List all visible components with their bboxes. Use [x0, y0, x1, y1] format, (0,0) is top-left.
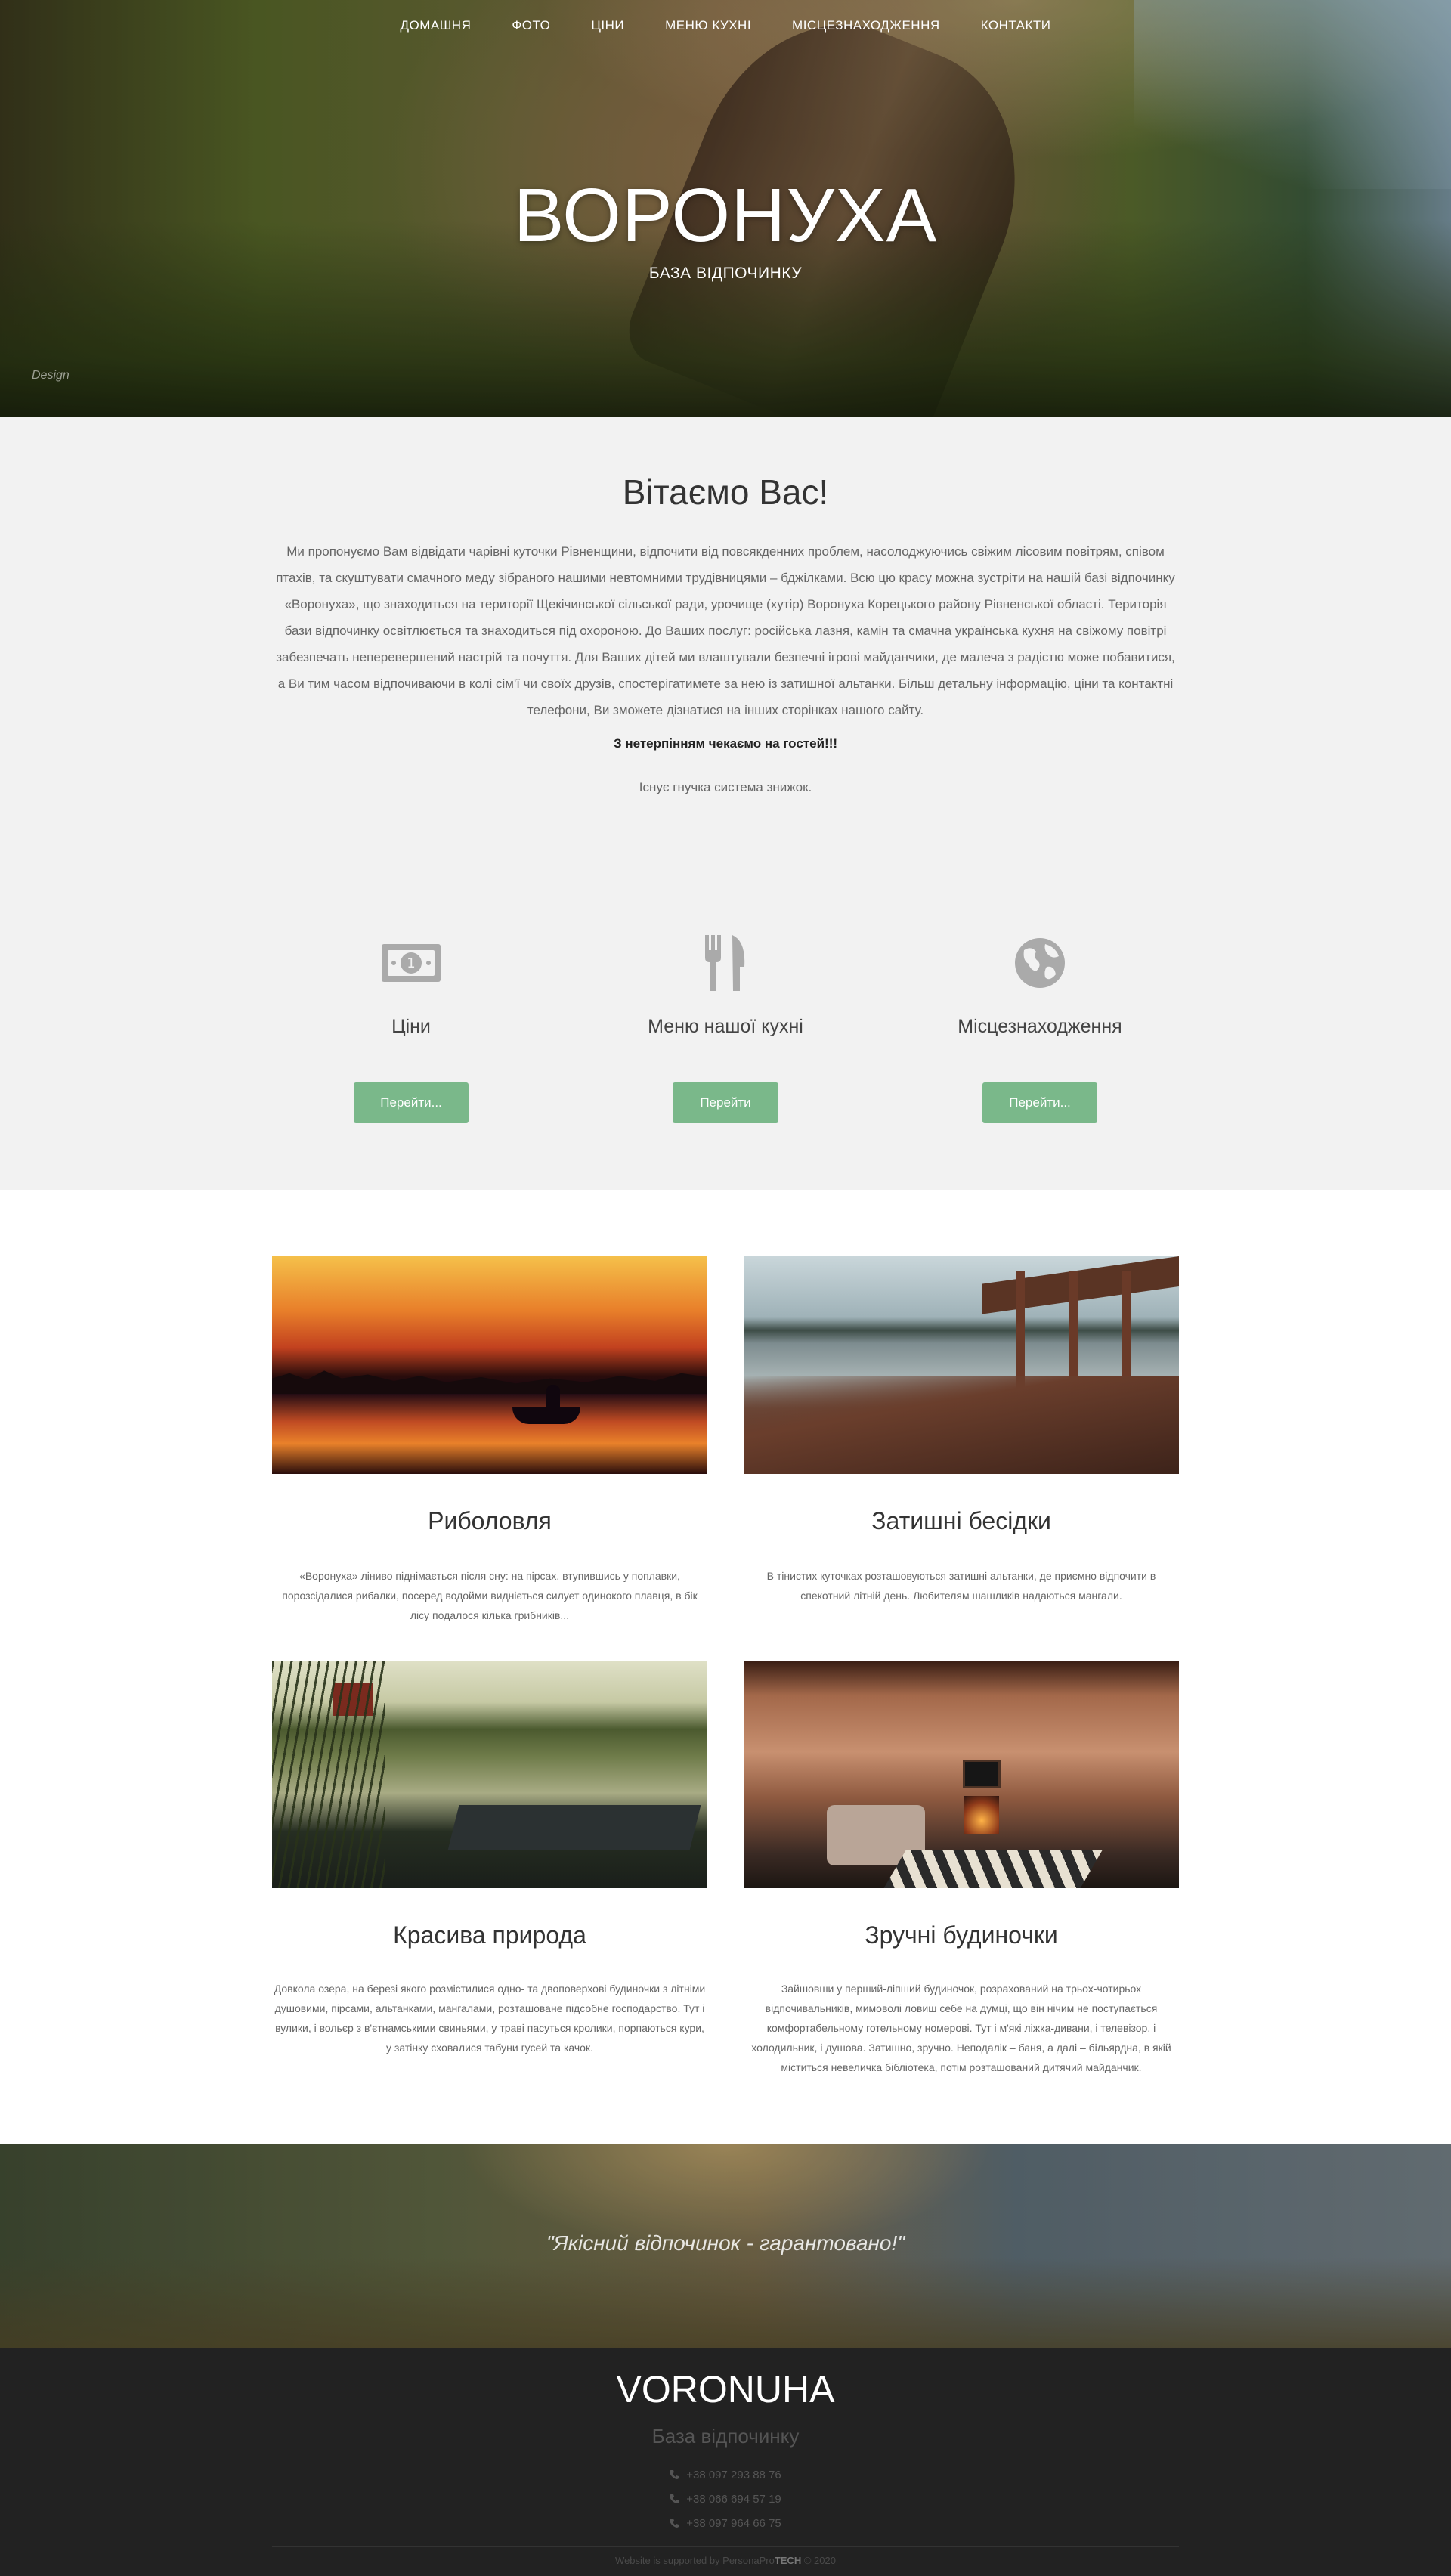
- globe-icon: [889, 933, 1191, 993]
- footer-tagline: База відпочинку: [651, 2425, 800, 2448]
- feature-label: Меню нашої кухні: [648, 1016, 803, 1037]
- card-title-gazebos: Затишні бесідки: [871, 1507, 1051, 1534]
- quote-text: "Якісний відпочинок - гарантовано!": [546, 2231, 905, 2255]
- phone-number[interactable]: +38 066 694 57 19: [686, 2493, 781, 2506]
- feature-menu: Меню нашої кухні: [574, 933, 877, 1038]
- gazebo-image: [744, 1256, 1179, 1474]
- nav-item-home[interactable]: ДОМАШНЯ: [400, 18, 471, 33]
- feature-prices: 1 Ціни: [260, 933, 562, 1038]
- nav-item-contacts[interactable]: КОНТАКТИ: [981, 18, 1051, 33]
- quote-banner: "Якісний відпочинок - гарантовано!": [0, 2144, 1451, 2348]
- feature-location: Місцезнаходження: [889, 933, 1191, 1038]
- nav-item-menu[interactable]: МЕНЮ КУХНІ: [665, 18, 751, 33]
- card-title-fishing: Риболовля: [428, 1507, 552, 1534]
- card-text-fishing: «Воронуха» ліниво піднімається після сну…: [282, 1570, 698, 1621]
- card-title-cottages: Зручні будиночки: [865, 1921, 1058, 1949]
- phone-icon: [670, 2519, 679, 2528]
- welcome-section: Вітаємо Вас! Ми пропонуємо Вам відвідати…: [0, 417, 1451, 1190]
- nature-image: [272, 1661, 707, 1888]
- feature-label: Ціни: [391, 1016, 431, 1037]
- phone-item: +38 097 964 66 75: [0, 2511, 1451, 2535]
- menu-go-button[interactable]: Перейти: [673, 1082, 778, 1123]
- feature-label: Місцезнаходження: [958, 1016, 1122, 1037]
- copyright: Website is supported by PersonaProTECH ©…: [615, 2555, 836, 2566]
- phone-number[interactable]: +38 097 964 66 75: [686, 2517, 781, 2530]
- card-text-gazebos: В тінистих куточках розташовуються затиш…: [766, 1570, 1156, 1602]
- hero-title: ВОРОНУХА: [513, 173, 938, 258]
- hero-watermark: Design: [32, 369, 70, 382]
- nav-item-photo[interactable]: ФОТО: [512, 18, 550, 33]
- footer-logo: VORONUHA: [616, 2368, 835, 2410]
- fork-knife-icon: [574, 933, 877, 993]
- footer-divider: [272, 2546, 1179, 2547]
- phone-list: +38 097 293 88 76 +38 066 694 57 19 +38 …: [0, 2463, 1451, 2535]
- hero-subtitle: БАЗА ВІДПОЧИНКУ: [648, 265, 803, 282]
- phone-item: +38 066 694 57 19: [0, 2487, 1451, 2511]
- phone-icon: [670, 2494, 679, 2503]
- card-text-nature: Довкола озера, на березі якого розмістил…: [274, 1983, 706, 2054]
- welcome-paragraph: Ми пропонуємо Вам відвідати чарівні куто…: [276, 544, 1175, 717]
- hero-banner: ДОМАШНЯ ФОТО ЦІНИ МЕНЮ КУХНІ МІСЦЕЗНАХОД…: [0, 0, 1451, 417]
- card-title-nature: Красива природа: [393, 1921, 586, 1949]
- nav-item-prices[interactable]: ЦІНИ: [591, 18, 624, 33]
- phone-number[interactable]: +38 097 293 88 76: [686, 2469, 781, 2482]
- money-icon: 1: [260, 933, 562, 993]
- cottage-image: [744, 1661, 1179, 1888]
- svg-text:1: 1: [407, 955, 415, 971]
- footer: VORONUHA База відпочинку +38 097 293 88 …: [0, 2348, 1451, 2576]
- location-go-button[interactable]: Перейти...: [982, 1082, 1097, 1123]
- welcome-title: Вітаємо Вас!: [622, 472, 829, 512]
- phone-icon: [670, 2470, 679, 2479]
- card-text-cottages: Зайшовши у перший-ліпший будиночок, розр…: [751, 1983, 1171, 2073]
- prices-go-button[interactable]: Перейти...: [354, 1082, 469, 1123]
- main-nav: ДОМАШНЯ ФОТО ЦІНИ МЕНЮ КУХНІ МІСЦЕЗНАХОД…: [0, 18, 1451, 33]
- fishing-image: [272, 1256, 707, 1474]
- phone-item: +38 097 293 88 76: [0, 2463, 1451, 2487]
- copyright-brand-link[interactable]: TECH: [775, 2555, 801, 2566]
- nav-item-location[interactable]: МІСЦЕЗНАХОДЖЕННЯ: [792, 18, 940, 33]
- welcome-strong-text: З нетерпінням чекаємо на гостей!!!: [613, 736, 838, 751]
- discount-note: Існує гнучка система знижок.: [639, 780, 812, 794]
